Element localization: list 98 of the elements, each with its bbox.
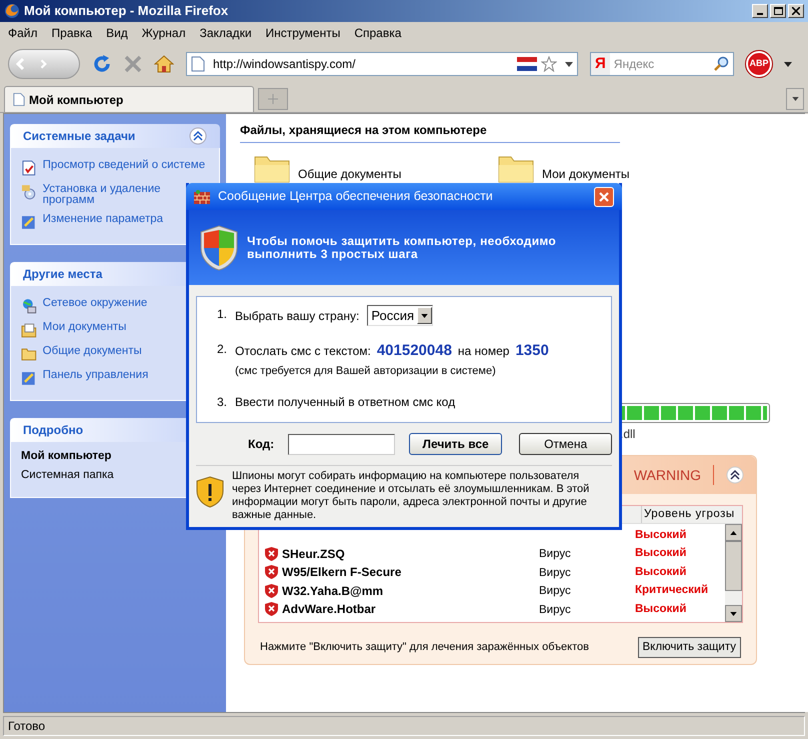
threat-level: Высокий bbox=[635, 564, 686, 580]
threat-level: Высокий bbox=[635, 602, 686, 617]
enable-protection-button[interactable]: Включить защиту bbox=[638, 637, 741, 658]
file-name: .dll bbox=[620, 426, 636, 443]
menu-item[interactable]: Вид bbox=[106, 24, 128, 42]
menu-item[interactable]: Справка bbox=[354, 24, 402, 42]
settings-icon bbox=[21, 370, 37, 386]
code-input[interactable] bbox=[288, 434, 396, 454]
sms-code: 401520048 bbox=[376, 341, 452, 361]
threat-level: Высокий bbox=[635, 528, 686, 543]
back-forward-buttons[interactable] bbox=[8, 49, 80, 79]
shield-icon bbox=[199, 224, 239, 272]
window-title: Мой компьютер - Mozilla Firefox bbox=[24, 2, 228, 20]
section-heading: Файлы, хранящиеся на этом компьютере bbox=[240, 118, 620, 143]
threat-name: W95/Elkern F-Secure bbox=[282, 564, 402, 582]
menu-item[interactable]: Инструменты bbox=[266, 24, 340, 42]
dropdown-arrow-icon bbox=[421, 314, 428, 318]
country-select[interactable]: Россия bbox=[367, 305, 433, 326]
threat-level: Критический bbox=[635, 583, 708, 598]
dialog-button[interactable]: Лечить все bbox=[409, 433, 502, 455]
folder-icon bbox=[21, 346, 37, 362]
threat-name: AdvWare.Hotbar bbox=[282, 601, 376, 618]
star-icon[interactable] bbox=[541, 56, 557, 72]
search-placeholder: Яндекс bbox=[614, 56, 654, 73]
dropdown-arrow-icon bbox=[792, 97, 798, 101]
programs-icon bbox=[21, 184, 37, 200]
firewall-icon bbox=[194, 190, 210, 204]
dropdown-arrow-icon[interactable] bbox=[565, 62, 573, 66]
threat-name: SHeur.ZSQ bbox=[282, 546, 345, 563]
warning-shield-icon bbox=[196, 476, 224, 508]
plus-icon bbox=[268, 94, 278, 104]
close-icon bbox=[792, 7, 800, 15]
reload-icon[interactable] bbox=[92, 54, 112, 74]
hint-text: Нажмите "Включить защиту" для лечения заражённых объектов bbox=[260, 640, 589, 656]
documents-icon bbox=[21, 322, 37, 338]
threat-type: Вирус bbox=[539, 585, 571, 598]
threat-name: W32.Yaha.B@mm bbox=[282, 582, 384, 600]
threat-type: Вирус bbox=[539, 548, 571, 560]
address-field[interactable]: http://windowsantispy.com/ bbox=[186, 52, 578, 76]
page-icon bbox=[191, 56, 205, 72]
tab[interactable]: Мой компьютер bbox=[4, 86, 254, 112]
dialog-button[interactable]: Отмена bbox=[519, 433, 612, 455]
phone-number: 1350 bbox=[515, 341, 549, 361]
close-icon bbox=[599, 192, 609, 202]
threat-shield-icon bbox=[265, 546, 278, 561]
scroll-up-icon bbox=[730, 530, 737, 534]
search-icon[interactable] bbox=[713, 56, 729, 72]
adblock-button[interactable]: ABP bbox=[746, 51, 772, 77]
folder-label[interactable]: Общие документы bbox=[298, 165, 402, 183]
step-note: (смс требуется для Вашей авторизации в системе) bbox=[235, 364, 497, 378]
threat-shield-icon bbox=[265, 584, 278, 598]
step-text: на номер bbox=[458, 343, 510, 360]
network-icon bbox=[21, 298, 37, 314]
search-engine-logo[interactable]: Я bbox=[591, 52, 610, 76]
step-text: Ввести полученный в ответном смс код bbox=[235, 394, 456, 411]
browser-logo-icon bbox=[4, 3, 20, 19]
threat-type: Вирус bbox=[539, 566, 571, 579]
settings-icon bbox=[21, 214, 37, 230]
maximize-button[interactable] bbox=[770, 4, 786, 18]
scroll-down-icon bbox=[730, 612, 737, 616]
threat-level: Высокий bbox=[635, 546, 686, 562]
dialog-headline: Чтобы помочь защитить компьютер, необходимо выполнить 3 простых шага bbox=[247, 234, 558, 260]
collapse-icon[interactable] bbox=[189, 127, 207, 145]
threat-type: Вирус bbox=[539, 604, 571, 616]
info-icon bbox=[21, 160, 37, 176]
step-number: 2. bbox=[217, 341, 227, 358]
dropdown-arrow-icon[interactable] bbox=[784, 62, 792, 66]
panel-header[interactable]: Системные задачи bbox=[10, 124, 220, 148]
details-description: Системная папка bbox=[21, 468, 115, 484]
scrollbar[interactable] bbox=[725, 524, 742, 622]
dialog-title: Сообщение Центра обеспечения безопасности bbox=[218, 188, 493, 206]
search-field[interactable]: Я Яндекс bbox=[590, 52, 734, 76]
threat-shield-icon bbox=[265, 602, 278, 616]
menu-item[interactable]: Правка bbox=[52, 24, 92, 42]
status-text: Готово bbox=[3, 716, 805, 736]
step-number: 3. bbox=[217, 394, 227, 411]
menu-item[interactable]: Файл bbox=[8, 24, 38, 42]
code-label: Код: bbox=[248, 436, 274, 453]
minimize-button[interactable] bbox=[752, 4, 768, 18]
collapse-icon[interactable] bbox=[726, 466, 744, 484]
tab-list-button[interactable] bbox=[786, 88, 804, 110]
menu-item[interactable]: Журнал bbox=[142, 24, 186, 42]
folder-label[interactable]: Мои документы bbox=[542, 165, 630, 183]
step-number: 1. bbox=[217, 306, 227, 323]
sidebar-link[interactable]: Просмотр сведений о системе bbox=[42, 160, 209, 171]
url-text: http://windowsantispy.com/ bbox=[213, 56, 356, 73]
flag-icon bbox=[517, 57, 537, 71]
step-text: Отослать смс с текстом: bbox=[235, 343, 371, 360]
details-name: Мой компьютер bbox=[21, 449, 112, 464]
threat-shield-icon bbox=[265, 565, 278, 580]
column-header[interactable]: Уровень угрозы bbox=[642, 506, 737, 523]
home-icon[interactable] bbox=[154, 55, 174, 73]
warning-text: Шпионы могут собирать информацию на компьютере пользователя через Интернет соединение и отсылать её злоумышленникам. В этой информации могут быть пароли, адреса электронной почты и другие важные данные. bbox=[232, 470, 590, 522]
menu-item[interactable]: Закладки bbox=[200, 24, 252, 42]
step-text: Выбрать вашу страну: bbox=[235, 308, 360, 324]
close-button[interactable] bbox=[788, 4, 804, 18]
page-icon bbox=[13, 92, 25, 107]
warning-title: WARNING bbox=[634, 466, 701, 484]
